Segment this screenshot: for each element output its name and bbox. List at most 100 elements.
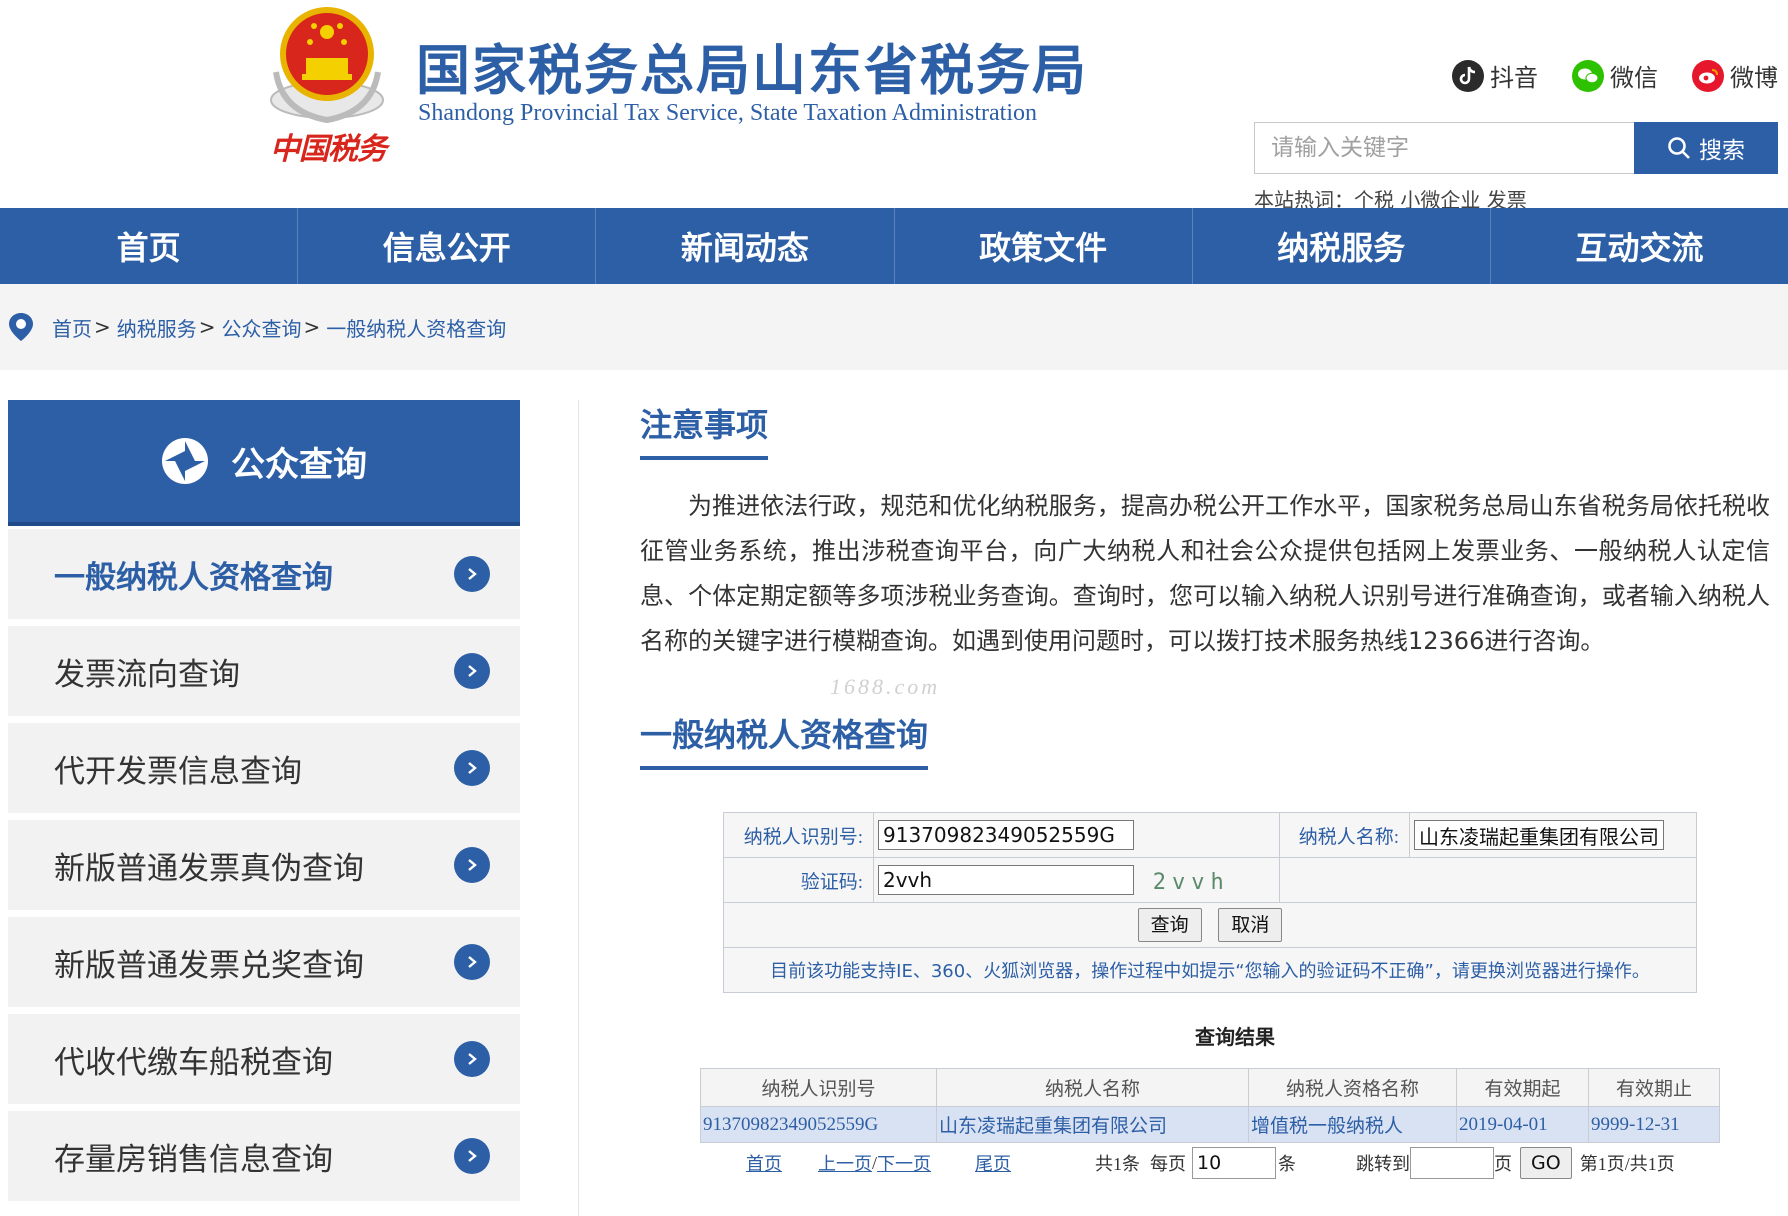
sidebar-item-vehicle-tax-query[interactable]: 代收代缴车船税查询 [8,1014,520,1104]
sidebar-item-label: 存量房销售信息查询 [54,1141,333,1178]
chevron-right-icon [454,944,490,980]
table-cell: 9999-12-31 [1588,1106,1720,1143]
chevron-right-icon [454,653,490,689]
sidebar-item-proxy-invoice-query[interactable]: 代开发票信息查询 [8,723,520,813]
chevron-right-icon [454,556,490,592]
pager-prev-link[interactable]: 上一页 [818,1150,872,1176]
breadcrumb-current[interactable]: 一般纳税人资格查询 [326,313,506,342]
nav-item-tax-service[interactable]: 纳税服务 [1193,208,1491,284]
query-button[interactable]: 查询 [1137,908,1202,942]
pager-first-link[interactable]: 首页 [746,1150,782,1176]
column-divider [578,400,579,1216]
nav-item-home[interactable]: 首页 [0,208,299,284]
pager-total: 共1条 [1095,1154,1141,1174]
social-douyin-label: 抖音 [1490,64,1538,92]
social-weibo-link[interactable]: 微博 [1692,58,1778,93]
table-cell: 增值税一般纳税人 [1248,1106,1457,1143]
chevron-right-icon [454,750,490,786]
jump-page-input[interactable] [1410,1147,1495,1179]
sidebar-item-invoice-authenticity-query[interactable]: 新版普通发票真伪查询 [8,820,520,910]
sidebar-item-label: 新版普通发票兑奖查询 [54,947,364,984]
pager-jump-label: 跳转到 [1356,1154,1411,1174]
social-douyin-link[interactable]: 抖音 [1452,58,1538,93]
pager-page-unit: 页 [1494,1154,1513,1174]
public-query-icon [162,438,208,484]
table-row: 91370982349052559G 山东凌瑞起重集团有限公司 增值税一般纳税人… [700,1106,1720,1143]
main-content: 注意事项 为推进依法行政，规范和优化纳税服务，提高办税公开工作水平，国家税务总局… [640,400,1770,1183]
breadcrumb-public-query[interactable]: 公众查询 [222,313,302,342]
nav-item-news[interactable]: 新闻动态 [596,208,895,284]
breadcrumb-home[interactable]: 首页 [52,313,92,342]
sidebar: 公众查询 一般纳税人资格查询 发票流向查询 代开发票信息查询 新版普通发票真伪查… [8,400,520,1201]
sidebar-item-housing-sales-query[interactable]: 存量房销售信息查询 [8,1111,520,1201]
table-cell: 山东凌瑞起重集团有限公司 [936,1106,1249,1143]
sidebar-item-label: 代收代缴车船税查询 [54,1044,333,1081]
column-header: 纳税人资格名称 [1248,1068,1457,1107]
social-wechat-link[interactable]: 微信 [1572,58,1658,93]
chevron-right-icon [454,1041,490,1077]
breadcrumb: 首页 > 纳税服务 > 公众查询 > 一般纳税人资格查询 [52,313,506,342]
sidebar-item-invoice-flow-query[interactable]: 发票流向查询 [8,626,520,716]
taxpayer-id-input[interactable] [878,820,1134,850]
go-button[interactable]: GO [1520,1147,1572,1179]
column-header: 纳税人名称 [936,1068,1249,1107]
location-pin-icon [9,313,33,341]
pager-per-page-label: 每页 [1150,1154,1187,1174]
site-title-en: Shandong Provincial Tax Service, State T… [418,100,1037,126]
table-cell: 2019-04-01 [1456,1106,1589,1143]
china-tax-logo: 中国税务 [270,132,387,167]
sidebar-header: 公众查询 [8,400,520,522]
weibo-icon [1692,59,1724,92]
result-table: 纳税人识别号 纳税人名称 纳税人资格名称 有效期起 有效期止 913709823… [700,1068,1720,1143]
cancel-button[interactable]: 取消 [1218,908,1283,942]
browser-tip: 目前该功能支持IE、360、火狐浏览器，操作过程中如提示“您输入的验证码不正确”… [723,947,1697,993]
search-button-label: 搜索 [1699,138,1745,164]
column-header: 有效期起 [1456,1068,1589,1107]
social-wechat-label: 微信 [1610,64,1658,92]
breadcrumb-bar: 首页 > 纳税服务 > 公众查询 > 一般纳税人资格查询 [0,284,1788,370]
douyin-icon [1452,59,1484,92]
captcha-image[interactable]: 2vvh [1153,870,1230,895]
main-nav: 首页 信息公开 新闻动态 政策文件 纳税服务 互动交流 [0,208,1788,284]
nav-item-policy[interactable]: 政策文件 [895,208,1193,284]
notice-title: 注意事项 [640,400,769,460]
sidebar-item-invoice-lottery-query[interactable]: 新版普通发票兑奖查询 [8,917,520,1007]
sidebar-title: 公众查询 [231,444,367,485]
column-header: 纳税人识别号 [700,1068,937,1107]
captcha-input[interactable] [878,864,1134,895]
per-page-input[interactable] [1192,1147,1277,1179]
site-header: 中国税务 国家税务总局山东省税务局 Shandong Provincial Ta… [0,0,1788,212]
sidebar-item-label: 发票流向查询 [54,656,240,693]
column-header: 有效期止 [1588,1068,1720,1107]
wechat-icon [1572,59,1604,92]
watermark: 1688.com [830,674,941,699]
pager-next-link[interactable]: 下一页 [877,1150,931,1176]
result-header-row: 纳税人识别号 纳税人名称 纳税人资格名称 有效期起 有效期止 [700,1068,1720,1107]
site-title: 国家税务总局山东省税务局 [416,39,1088,102]
pager-page-info: 第1页/共1页 [1579,1154,1675,1174]
query-section-title: 一般纳税人资格查询 [640,710,929,770]
pager-last-link[interactable]: 尾页 [975,1150,1011,1176]
result-title: 查询结果 [1195,1027,1275,1049]
search-icon [1668,137,1690,159]
taxpayer-name-label: 纳税人名称: [1279,812,1410,858]
captcha-label: 验证码: [723,857,874,903]
sidebar-item-general-taxpayer-query[interactable]: 一般纳税人资格查询 [8,529,520,619]
site-search: 搜索 [1254,122,1778,174]
table-cell: 91370982349052559G [700,1106,937,1143]
sidebar-item-label: 一般纳税人资格查询 [54,559,333,596]
search-button[interactable]: 搜索 [1634,122,1778,174]
search-input[interactable] [1255,123,1634,173]
social-weibo-label: 微博 [1730,64,1778,92]
pager-per-page-unit: 条 [1278,1154,1297,1174]
nav-item-info-disclosure[interactable]: 信息公开 [298,208,597,284]
breadcrumb-tax-service[interactable]: 纳税服务 [117,313,197,342]
query-form: 纳税人识别号: 纳税人名称: 验证码: 2vvh 查询 取消 目前该功能支持 [723,812,1697,993]
chevron-right-icon [454,847,490,883]
taxpayer-id-label: 纳税人识别号: [723,812,874,858]
national-emblem-icon [270,7,384,124]
pagination: 首页 上一页/下一页 尾页 共1条 每页 条 跳转到 页 GO 第1页/共1页 [700,1143,1720,1183]
taxpayer-name-input[interactable] [1414,820,1664,850]
chevron-right-icon [454,1138,490,1174]
nav-item-interaction[interactable]: 互动交流 [1491,208,1788,284]
